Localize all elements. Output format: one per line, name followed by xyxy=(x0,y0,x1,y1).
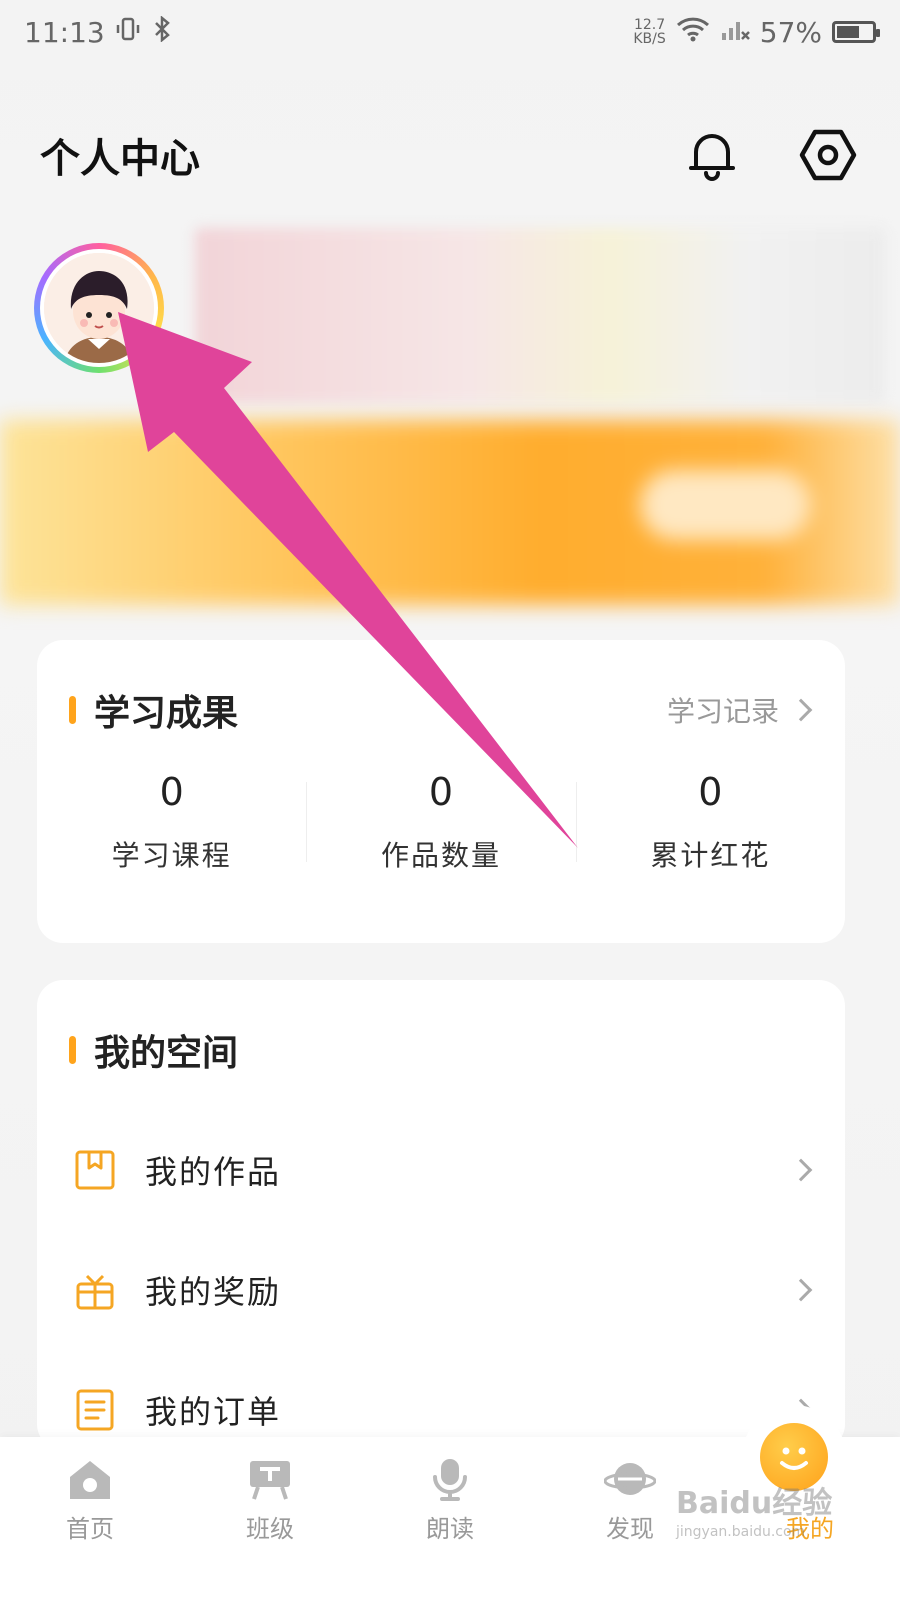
menu-item-my-works[interactable]: 我的作品 xyxy=(37,1110,845,1230)
stat-label: 累计红花 xyxy=(650,839,771,872)
bookmark-book-icon xyxy=(73,1148,117,1192)
chevron-right-icon xyxy=(789,1158,813,1182)
nav-read-aloud[interactable]: 朗读 xyxy=(380,1457,520,1600)
nav-label: 班级 xyxy=(246,1515,294,1543)
accent-bar xyxy=(69,1036,76,1064)
stat-value: 0 xyxy=(428,770,454,814)
stat-label: 学习课程 xyxy=(111,839,232,872)
wifi-icon xyxy=(676,16,710,49)
menu-label: 我的作品 xyxy=(145,1153,282,1191)
net-speed: 12.7 KB/S xyxy=(633,17,666,47)
settings-icon[interactable] xyxy=(796,123,860,187)
gift-icon xyxy=(73,1268,117,1312)
chevron-right-icon xyxy=(789,698,813,722)
vibrate-icon xyxy=(115,16,141,49)
header-actions xyxy=(680,123,860,187)
stat-value: 0 xyxy=(698,770,723,814)
chevron-right-icon xyxy=(789,1278,813,1302)
stat-value: 0 xyxy=(159,770,184,814)
battery-icon xyxy=(832,21,880,43)
stat-red-flowers[interactable]: 0 累计红花 xyxy=(575,770,845,890)
stat-works[interactable]: 0 作品数量 xyxy=(306,770,575,890)
battery-percent: 57% xyxy=(759,15,822,49)
header: 个人中心 xyxy=(0,110,900,200)
nav-label: 发现 xyxy=(606,1515,654,1543)
nav-class[interactable]: 班级 xyxy=(200,1457,340,1600)
status-time: 11:13 xyxy=(24,15,105,49)
page-title: 个人中心 xyxy=(40,135,200,182)
status-right: 12.7 KB/S 57% xyxy=(633,15,880,49)
learning-record-label: 学习记录 xyxy=(666,695,779,728)
avatar-illustration xyxy=(44,253,154,363)
microphone-icon xyxy=(433,1459,467,1501)
stats-row: 0 学习课程 0 作品数量 0 累计红花 xyxy=(37,770,845,890)
my-space-header: 我的空间 xyxy=(69,1024,238,1076)
watermark-text: Baidu经验 xyxy=(676,1486,833,1521)
class-board-icon xyxy=(250,1461,290,1500)
accent-bar xyxy=(69,696,76,724)
nav-home[interactable]: 首页 xyxy=(20,1457,160,1600)
learning-record-link[interactable]: 学习记录 xyxy=(666,690,813,730)
bluetooth-icon xyxy=(151,14,173,49)
my-space-menu: 我的作品 我的奖励 我的订单 xyxy=(37,1110,845,1470)
stat-courses[interactable]: 0 学习课程 xyxy=(37,770,306,890)
my-space-title: 我的空间 xyxy=(94,1032,239,1074)
status-bar: 11:13 12.7 KB/S 57% xyxy=(0,0,900,64)
avatar[interactable] xyxy=(34,243,164,373)
menu-item-my-rewards[interactable]: 我的奖励 xyxy=(37,1230,845,1350)
profile-info-blurred xyxy=(195,228,885,403)
learning-results-header: 学习成果 xyxy=(69,684,238,736)
order-list-icon xyxy=(73,1388,117,1432)
watermark: Baidu经验 jingyan.baidu.com xyxy=(676,1478,832,1540)
learning-results-title: 学习成果 xyxy=(94,692,239,734)
status-left: 11:13 xyxy=(24,14,173,49)
my-space-card: 我的空间 我的作品 我的奖励 我的订单 xyxy=(37,980,845,1450)
menu-label: 我的订单 xyxy=(145,1393,282,1431)
signal-icon xyxy=(720,16,750,49)
learning-results-card: 学习成果 学习记录 0 学习课程 0 作品数量 0 累计红花 xyxy=(37,640,845,943)
planet-icon xyxy=(604,1463,656,1495)
watermark-sub: jingyan.baidu.com xyxy=(676,1524,806,1540)
home-icon xyxy=(70,1461,110,1499)
vip-banner-blurred[interactable] xyxy=(0,420,900,605)
nav-label: 首页 xyxy=(66,1515,114,1543)
menu-label: 我的奖励 xyxy=(145,1273,282,1311)
stat-label: 作品数量 xyxy=(380,839,501,872)
nav-label: 朗读 xyxy=(426,1515,474,1543)
bell-icon[interactable] xyxy=(680,123,744,187)
